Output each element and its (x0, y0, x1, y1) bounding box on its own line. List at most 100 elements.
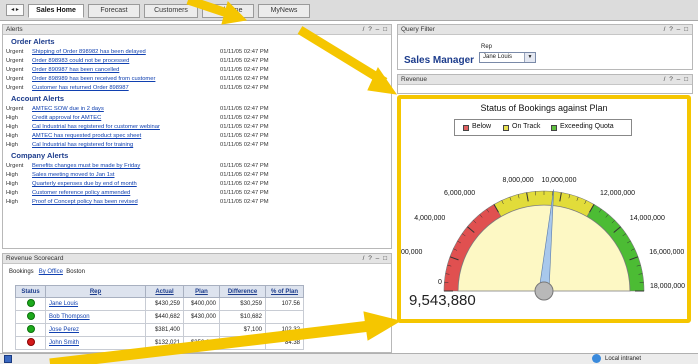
tab-scroll-arrows[interactable]: ◂ ▸ (6, 4, 24, 16)
query-filter-header: Query Filter / ? – □ (398, 25, 692, 35)
status-cell (15, 323, 46, 337)
column-header[interactable]: % of Plan (265, 285, 304, 298)
gauge-tick-label: 4,000,000 (414, 215, 446, 222)
alert-row: High Cal Industrial has registered for tr… (6, 141, 386, 150)
portal-window: ◂ ▸ Sales Home Forecast Customers Welcom… (0, 0, 698, 364)
alert-priority: Urgent (6, 49, 24, 55)
alert-link[interactable]: Credit approval for AMTEC (32, 114, 101, 123)
alert-timestamp: 01/11/05 02:47 PM (220, 124, 269, 130)
alert-link[interactable]: Customer has returned Order 898987 (32, 84, 129, 93)
tab-customers[interactable]: Customers (144, 4, 198, 18)
rep-link[interactable]: Jane Louis (49, 301, 78, 307)
column-header[interactable]: Actual (145, 285, 184, 298)
gauge-hub (534, 281, 554, 301)
alert-link[interactable]: AMTEC has requested product spec sheet (32, 132, 141, 141)
alert-row: High Quarterly expenses due by end of mon… (6, 180, 386, 189)
alert-priority: Urgent (6, 58, 24, 64)
gauge-tick-label: 0 (438, 279, 442, 286)
sales-manager-label: Sales Manager (404, 55, 475, 66)
rep-label: Rep (481, 44, 493, 50)
panel-controls[interactable]: / ? – □ (363, 254, 388, 264)
alert-link[interactable]: Customer reference policy ammended (32, 189, 130, 198)
tab-welcome[interactable]: Welcome (202, 4, 254, 18)
status-indicator-icon (26, 312, 35, 320)
column-header[interactable]: Plan (183, 285, 220, 298)
pct-of-plan-cell (265, 310, 304, 324)
tab-forecast[interactable]: Forecast (88, 4, 140, 18)
chevron-down-icon[interactable]: ▼ (524, 53, 535, 62)
revenue-panel: Revenue / ? – □ (397, 74, 693, 94)
table-row: Jose Perez $381,400 $7,100 102.32 (15, 323, 304, 337)
gauge-readout: 9,543,880 (409, 292, 476, 309)
alert-link[interactable]: Proof of Concept policy has been revised (32, 198, 138, 207)
alert-row: Urgent Order 890987 has been cancelled 01/… (6, 66, 386, 75)
status-indicator-icon (26, 325, 35, 333)
column-header[interactable]: Rep (45, 285, 146, 298)
rep-link[interactable]: Bob Thompson (49, 314, 90, 320)
rep-select-value: Jane Louis (483, 54, 513, 60)
alert-priority: High (6, 181, 18, 187)
panel-controls[interactable]: / ? – □ (664, 75, 689, 85)
alert-timestamp: 01/11/05 02:47 PM (220, 106, 269, 112)
difference-cell: $7,100 (219, 323, 266, 337)
alert-section-heading: Company Alerts (11, 151, 69, 160)
alert-link[interactable]: Order 898983 could not be processed (32, 57, 129, 66)
revenue-header: Revenue / ? – □ (398, 75, 692, 85)
query-filter-panel: Query Filter / ? – □ Sales Manager Rep J… (397, 24, 693, 70)
bookings-gauge-card: Status of Bookings against Plan Below On… (397, 95, 691, 323)
alert-link[interactable]: Cal Industrial has registered for custom… (32, 123, 160, 132)
gauge-tick-label: 18,000,000 (650, 283, 686, 290)
rep-link[interactable]: John Smith (49, 340, 79, 346)
plan-cell: $352,000 (183, 336, 220, 350)
rep-link[interactable]: Jose Perez (49, 327, 79, 333)
scorecard-table: Status Rep Actual Plan Difference% of Plan J… (15, 285, 304, 350)
status-indicator-icon (26, 338, 35, 346)
alert-timestamp: 01/11/05 02:47 PM (220, 163, 269, 169)
alert-row: Urgent Shipping of Order 898982 has been … (6, 48, 386, 57)
gauge-tick-label: 6,000,000 (444, 190, 476, 197)
alert-row: High Sales meeting moved to Jan 1st 01/11/… (6, 171, 386, 180)
panel-controls[interactable]: / ? – □ (363, 25, 388, 35)
alert-priority: High (6, 190, 18, 196)
alert-timestamp: 01/11/05 02:47 PM (220, 115, 269, 121)
security-zone-label: Local intranet (605, 356, 642, 362)
plan-cell: $400,000 (183, 297, 220, 311)
difference-cell: $10,682 (219, 310, 266, 324)
page-icon (4, 355, 12, 363)
alert-timestamp: 01/11/05 02:47 PM (220, 67, 269, 73)
actual-cell: $430,259 (145, 297, 184, 311)
alert-timestamp: 01/11/05 02:47 PM (220, 199, 269, 205)
table-header-row: Status Rep Actual Plan Difference% of Plan (15, 285, 304, 298)
alert-timestamp: 01/11/05 02:47 PM (220, 58, 269, 64)
alert-link[interactable]: Order 890987 has been cancelled (32, 66, 119, 75)
alerts-header: Alerts / ? – □ (3, 25, 391, 35)
alert-link[interactable]: AMTEC SOW due in 2 days (32, 105, 104, 114)
by-office-link[interactable]: By Office (39, 269, 63, 275)
alert-link[interactable]: Benefits changes must be made by Friday (32, 162, 140, 171)
plan-cell (183, 323, 220, 337)
alert-link[interactable]: Shipping of Order 898982 has been delaye… (32, 48, 146, 57)
alert-row: High Proof of Concept policy has been rev… (6, 198, 386, 207)
alert-timestamp: 01/11/05 02:47 PM (220, 85, 269, 91)
rep-select[interactable]: Jane Louis ▼ (479, 52, 536, 63)
tab-sales-home[interactable]: Sales Home (28, 4, 84, 18)
tab-mynews[interactable]: MyNews (258, 4, 310, 18)
column-header[interactable]: Difference (219, 285, 266, 298)
alert-priority: Urgent (6, 163, 24, 169)
status-indicator-icon (26, 299, 35, 307)
tab-bar: ◂ ▸ Sales Home Forecast Customers Welcom… (0, 0, 698, 21)
plan-cell: $430,000 (183, 310, 220, 324)
revenue-title: Revenue (401, 76, 428, 83)
table-row: Jane Louis $430,259 $400,000 $30,259 107.56 (15, 297, 304, 311)
revenue-scorecard-panel: Revenue Scorecard / ? – □ Bookings By Of… (2, 253, 392, 353)
status-cell (15, 297, 46, 311)
status-cell (15, 310, 46, 324)
alert-link[interactable]: Order 898989 has been received from cust… (32, 75, 155, 84)
alert-timestamp: 01/11/05 02:47 PM (220, 172, 269, 178)
alert-link[interactable]: Cal Industrial has registered for traini… (32, 141, 133, 150)
panel-controls[interactable]: / ? – □ (664, 25, 689, 35)
alert-link[interactable]: Quarterly expenses due by end of month (32, 180, 137, 189)
alert-link[interactable]: Sales meeting moved to Jan 1st (32, 171, 115, 180)
alert-priority: Urgent (6, 85, 24, 91)
alert-row: High Customer reference policy ammended 01… (6, 189, 386, 198)
